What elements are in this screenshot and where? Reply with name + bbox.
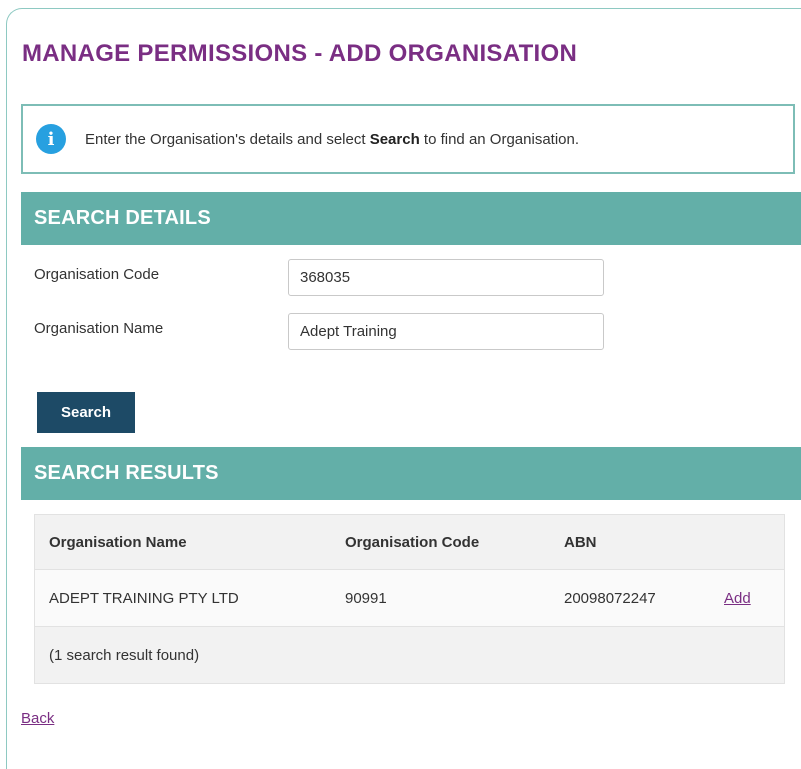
- result-organisation-code: 90991: [345, 589, 387, 607]
- search-details-heading: SEARCH DETAILS: [21, 192, 801, 245]
- organisation-name-label: Organisation Name: [34, 320, 164, 337]
- info-text-bold: Search: [369, 130, 420, 148]
- result-organisation-name: ADEPT TRAINING PTY LTD: [49, 589, 239, 607]
- info-text-before: Enter the Organisation's details and sel…: [85, 130, 370, 148]
- info-message-text: Enter the Organisation's details and sel…: [85, 131, 579, 148]
- info-message-box: i Enter the Organisation's details and s…: [21, 104, 795, 174]
- results-summary-text: (1 search result found): [49, 646, 200, 664]
- organisation-code-input[interactable]: [288, 259, 604, 296]
- info-icon: i: [36, 124, 66, 154]
- search-button[interactable]: Search: [37, 392, 135, 433]
- table-row: ADEPT TRAINING PTY LTD 90991 20098072247…: [35, 569, 784, 627]
- column-header-organisation-name: Organisation Name: [49, 533, 187, 551]
- column-header-abn: ABN: [564, 533, 597, 551]
- result-abn: 20098072247: [564, 589, 656, 607]
- search-results-table: Organisation Name Organisation Code ABN …: [34, 514, 785, 684]
- info-text-after: to find an Organisation.: [419, 130, 580, 148]
- search-results-heading: SEARCH RESULTS: [21, 447, 801, 500]
- organisation-code-label: Organisation Code: [34, 266, 160, 283]
- table-header-row: Organisation Name Organisation Code ABN: [35, 515, 784, 569]
- organisation-name-input[interactable]: [288, 313, 604, 350]
- page-title: MANAGE PERMISSIONS - ADD ORGANISATION: [22, 40, 578, 67]
- back-link[interactable]: Back: [21, 710, 54, 727]
- add-organisation-link[interactable]: Add: [724, 590, 751, 607]
- column-header-organisation-code: Organisation Code: [345, 533, 480, 551]
- results-summary-row: (1 search result found): [35, 627, 784, 683]
